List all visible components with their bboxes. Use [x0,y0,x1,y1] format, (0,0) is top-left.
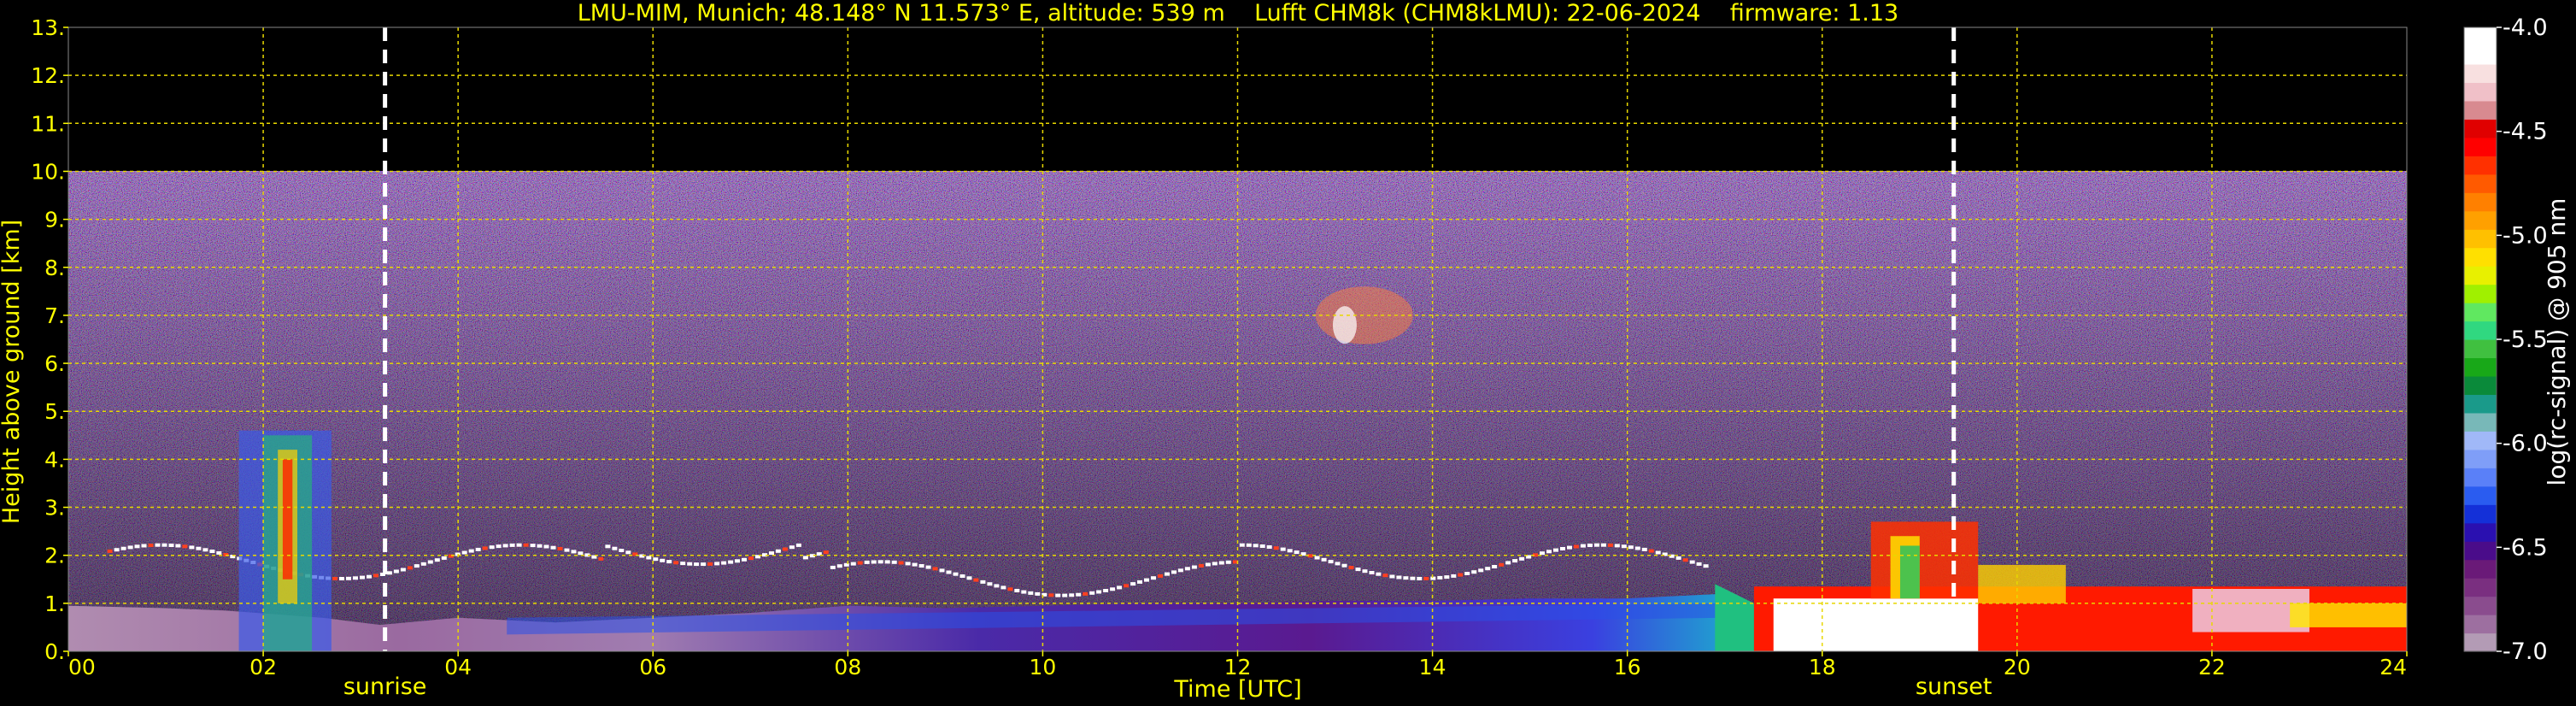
colorbar-segment [2464,321,2497,340]
y-tick-label: 12. [31,63,65,88]
x-tick-label: 18 [1809,655,1836,680]
y-tick-label: 10. [31,159,65,184]
y-tick-label: 11. [31,111,65,136]
colorbar-segment [2464,449,2497,468]
colorbar-segment [2464,615,2497,634]
colorbar-segment [2464,45,2497,65]
sunset-label: sunset [1916,674,1992,700]
x-tick-label: 10 [1030,655,1057,680]
y-tick-label: 8. [44,256,65,280]
tall-plume [238,430,332,651]
colorbar-segment [2464,247,2497,267]
colorbar-segment [2464,100,2497,120]
colorbar-segment [2464,431,2497,450]
colorbar-label: log(rc-signal) @ 905 nm [2543,198,2571,486]
colorbar-segment [2464,632,2497,652]
colorbar-segment [2464,229,2497,249]
colorbar-tick-label: -6.0 [2503,431,2548,457]
colorbar-segment [2464,156,2497,175]
x-axis-label: Time [UTC] [1173,676,1301,703]
colorbar-segment [2464,210,2497,230]
colorbar-tick-label: -4.0 [2503,15,2548,41]
y-tick-label: 1. [44,591,65,616]
colorbar-segment [2464,522,2497,542]
colorbar-segment [2464,504,2497,524]
x-tick-label: 06 [639,655,666,680]
y-tick-label: 3. [44,496,65,521]
colorbar-segment [2464,284,2497,303]
x-tick-label: 04 [444,655,472,680]
colorbar-tick-label: -5.0 [2503,222,2548,249]
colorbar-segment [2464,339,2497,359]
colorbar-tick-label: -4.5 [2503,119,2548,145]
y-tick-label: 7. [44,303,65,328]
y-axis-label: Height above ground [km] [0,220,25,524]
y-tick-label: 6. [44,351,65,376]
colorbar-segment [2464,394,2497,414]
x-tick-label: 24 [2379,655,2407,680]
colorbar-segment [2464,192,2497,212]
colorbar-segment [2464,357,2497,377]
colorbar-segment [2464,375,2497,396]
ceilometer-chart: sunrise sunset 0. 1. 2. 3. 4. 5. 6. 7. 8. 9. 10. 11.… [0,0,2576,706]
colorbar-segment [2464,137,2497,156]
colorbar-segment [2464,596,2497,615]
x-tick-label: 08 [834,655,861,680]
x-tick-label: 02 [249,655,277,680]
chart-title: LMU-MIM, Munich; 48.148° N 11.573° E, al… [578,0,1898,26]
cirrus [1315,286,1413,344]
x-tick-label: 22 [2198,655,2226,680]
colorbar-segment [2464,266,2497,285]
colorbar-tick-label: -5.5 [2503,327,2548,353]
colorbar-segment [2464,541,2497,561]
y-tick-label: 9. [44,208,65,232]
colorbar-segment [2464,27,2497,47]
colorbar-segment [2464,468,2497,487]
colorbar-segment [2464,174,2497,193]
x-tick-label: 20 [2004,655,2031,680]
x-tick-label: 14 [1419,655,1446,680]
colorbar-segment [2464,412,2497,432]
y-tick-label: 13. [31,15,65,40]
colorbar-segment [2464,303,2497,322]
colorbar-segment [2464,82,2497,102]
x-tick-label: 16 [1614,655,1641,680]
y-tick-label: 4. [44,447,65,472]
colorbar-segment [2464,578,2497,597]
y-tick-label: 0. [44,639,65,664]
sunrise-label: sunrise [343,674,427,700]
y-tick-label: 5. [44,399,65,424]
colorbar-segment [2464,559,2497,579]
x-tick-label: 00 [68,655,96,680]
colorbar-segment [2464,119,2497,138]
colorbar-segment [2464,63,2497,84]
y-tick-label: 2. [44,544,65,568]
colorbar-tick-label: -7.0 [2503,638,2548,665]
colorbar-segment [2464,485,2497,505]
colorbar-tick-label: -6.5 [2503,534,2548,561]
